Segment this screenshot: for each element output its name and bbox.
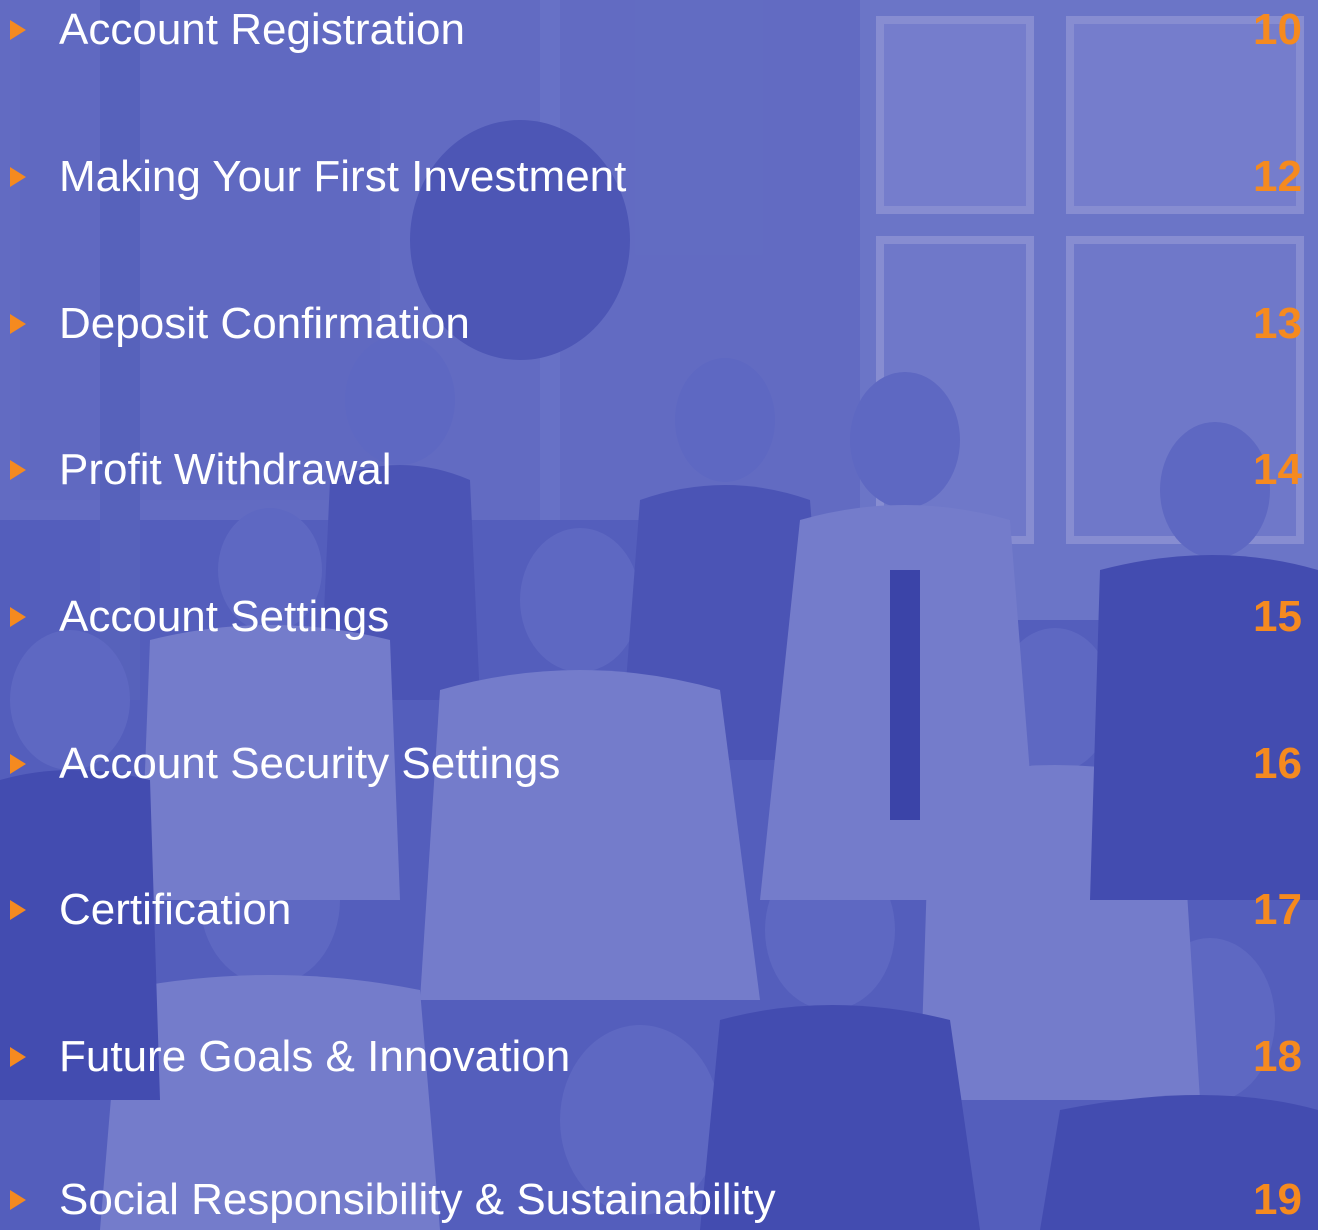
toc-item-label: Account Security Settings (59, 739, 561, 788)
chevron-right-icon (10, 314, 26, 334)
toc-item-future-goals[interactable]: Future Goals & Innovation 18 (0, 1027, 1318, 1087)
toc-item-label: Profit Withdrawal (59, 445, 392, 494)
toc-item-account-security-settings[interactable]: Account Security Settings 16 (0, 734, 1318, 794)
toc-item-page-number: 17 (1253, 885, 1302, 934)
toc-item-page-number: 15 (1253, 592, 1302, 641)
toc-item-page-number: 10 (1253, 5, 1302, 54)
table-of-contents: Account Registration 10 Making Your Firs… (0, 0, 1318, 1230)
toc-item-account-settings[interactable]: Account Settings 15 (0, 587, 1318, 647)
toc-item-profit-withdrawal[interactable]: Profit Withdrawal 14 (0, 440, 1318, 500)
toc-item-account-registration[interactable]: Account Registration 10 (0, 0, 1318, 60)
chevron-right-icon (10, 20, 26, 40)
toc-item-social-responsibility[interactable]: Social Responsibility & Sustainability 1… (0, 1170, 1318, 1230)
chevron-right-icon (10, 607, 26, 627)
toc-item-first-investment[interactable]: Making Your First Investment 12 (0, 147, 1318, 207)
toc-item-label: Certification (59, 885, 292, 934)
toc-item-certification[interactable]: Certification 17 (0, 880, 1318, 940)
toc-item-page-number: 18 (1253, 1032, 1302, 1081)
toc-item-page-number: 14 (1253, 445, 1302, 494)
toc-item-label: Making Your First Investment (59, 152, 627, 201)
chevron-right-icon (10, 1047, 26, 1067)
toc-item-label: Account Settings (59, 592, 390, 641)
chevron-right-icon (10, 167, 26, 187)
toc-item-label: Social Responsibility & Sustainability (59, 1175, 776, 1224)
chevron-right-icon (10, 754, 26, 774)
toc-item-page-number: 12 (1253, 152, 1302, 201)
chevron-right-icon (10, 1190, 26, 1210)
toc-item-page-number: 13 (1253, 299, 1302, 348)
chevron-right-icon (10, 900, 26, 920)
chevron-right-icon (10, 460, 26, 480)
toc-item-deposit-confirmation[interactable]: Deposit Confirmation 13 (0, 294, 1318, 354)
toc-item-page-number: 19 (1253, 1175, 1302, 1224)
toc-item-page-number: 16 (1253, 739, 1302, 788)
toc-item-label: Future Goals & Innovation (59, 1032, 571, 1081)
toc-item-label: Deposit Confirmation (59, 299, 470, 348)
toc-item-label: Account Registration (59, 5, 465, 54)
